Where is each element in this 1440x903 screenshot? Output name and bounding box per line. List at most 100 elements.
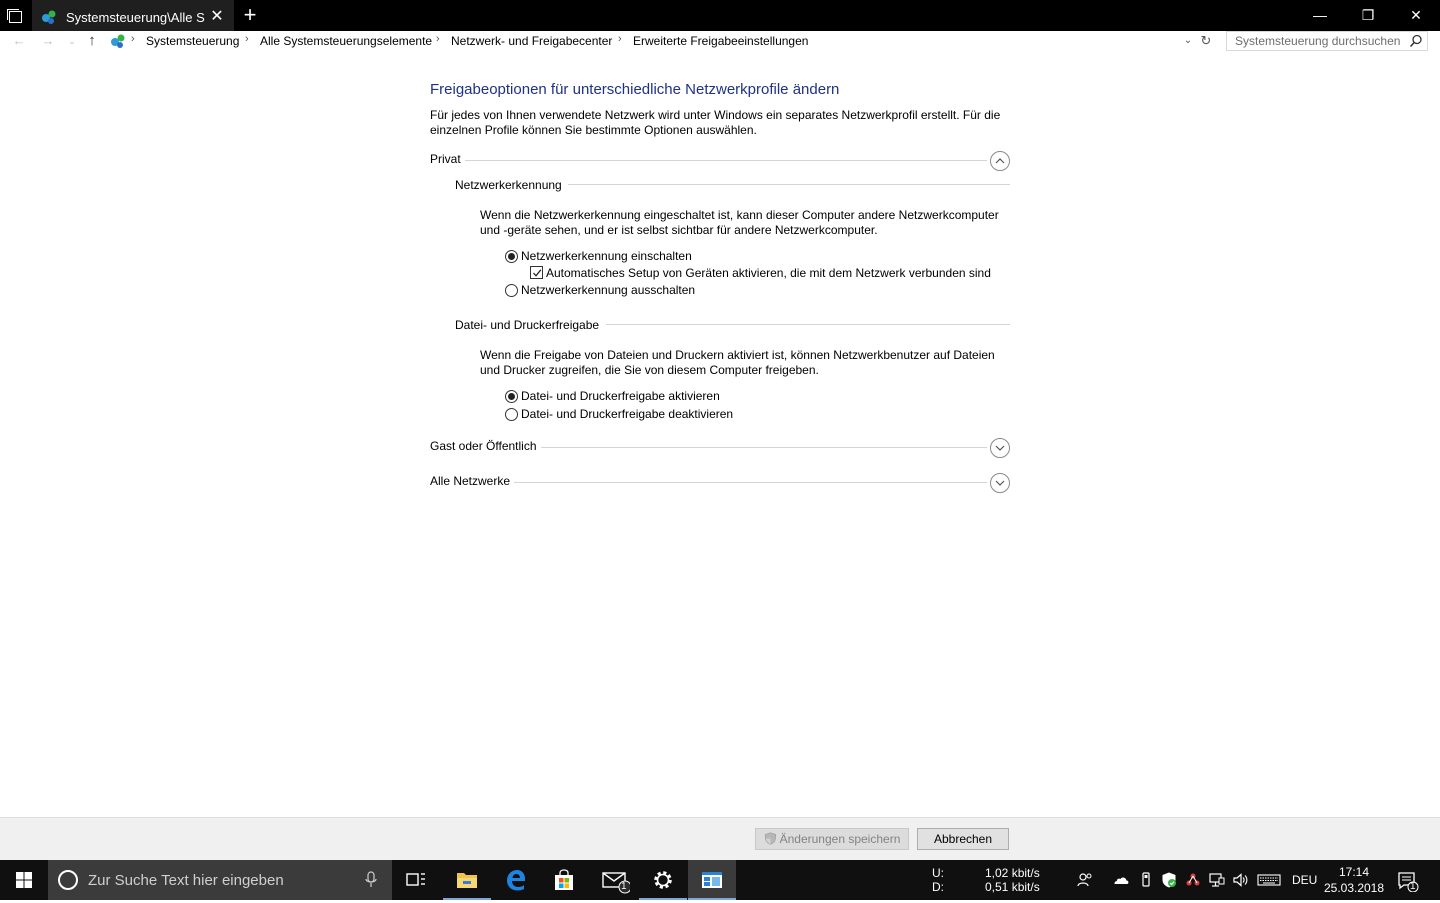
sharing-on-radio[interactable] [505,390,518,403]
breadcrumb-netzwerk-freigabecenter[interactable]: Netzwerk- und Freigabecenter [451,34,612,48]
taskbar-edge[interactable] [492,860,540,900]
maximize-button[interactable]: ❐ [1345,0,1391,31]
minimize-button[interactable]: — [1297,0,1343,31]
auto-setup-label[interactable]: Automatisches Setup von Geräten aktivier… [546,266,991,280]
tab-close-button[interactable]: ✕ [208,7,226,27]
windows-logo-icon [16,872,32,888]
command-bar: Änderungen speichern Abbrechen [0,817,1440,860]
chevron-down-icon [995,445,1005,451]
title-bar: Systemsteuerung\Alle S ✕ + — ❐ ✕ [0,0,1440,31]
mail-badge: 1 [621,881,627,892]
profile-all-heading[interactable]: Alle Netzwerke [430,474,515,488]
edge-icon [507,870,526,891]
net-down-value: 0,51 kbit/s [985,880,1040,894]
breadcrumb-separator[interactable]: › [245,33,249,45]
taskbar-file-explorer[interactable] [443,860,491,900]
net-up-label: U: [932,866,944,880]
collapse-private-button[interactable] [990,151,1010,171]
onedrive-icon[interactable] [1112,871,1130,889]
address-bar[interactable]: › Systemsteuerung › Alle Systemsteuerung… [106,31,1197,51]
new-tab-button[interactable]: + [238,4,262,28]
keyboard-icon[interactable] [1257,871,1281,889]
back-arrow-icon[interactable]: ← [10,32,28,50]
breadcrumb-separator[interactable]: › [618,33,622,45]
taskbar: Zur Suche Text hier eingeben 1 U: D: 1,0… [0,860,1440,900]
forward-arrow-icon[interactable]: → [39,32,57,50]
volume-icon[interactable] [1232,871,1250,889]
set-aside-tabs-icon[interactable] [0,0,31,31]
search-box[interactable] [1226,31,1428,51]
tab-title: Systemsteuerung\Alle S [66,10,205,25]
search-icon[interactable] [1409,34,1423,48]
up-arrow-icon[interactable]: ↑ [83,32,101,50]
discovery-on-label[interactable]: Netzwerkerkennung einschalten [521,249,692,263]
address-dropdown-chevron-icon[interactable]: ⌄ [1181,33,1195,49]
search-input[interactable] [1235,34,1405,48]
close-button[interactable]: ✕ [1393,0,1439,31]
chevron-up-icon [995,158,1005,164]
usb-device-icon[interactable] [1137,871,1155,889]
net-down-label: D: [932,880,944,894]
taskbar-store[interactable] [540,860,588,900]
breadcrumb-separator[interactable]: › [436,33,440,45]
taskbar-search-box[interactable]: Zur Suche Text hier eingeben [48,860,392,900]
input-language[interactable]: DEU [1292,873,1317,887]
save-changes-label: Änderungen speichern [779,832,901,846]
sharing-off-label[interactable]: Datei- und Druckerfreigabe deaktivieren [521,407,733,421]
refresh-icon[interactable]: ↻ [1198,32,1214,50]
navigation-bar: ← → ⌄ ↑ › Systemsteuerung › Alle Systems… [0,31,1440,51]
taskbar-settings[interactable] [639,860,687,900]
network-tool-icon[interactable] [1184,871,1202,889]
discovery-off-label[interactable]: Netzwerkerkennung ausschalten [521,283,695,297]
cortana-icon [58,870,78,890]
save-changes-button[interactable]: Änderungen speichern [755,828,909,850]
uac-shield-icon [764,832,776,845]
section-divider [540,447,987,448]
subsection-divider [568,184,1010,185]
recent-locations-chevron-icon[interactable]: ⌄ [63,32,81,50]
start-button[interactable] [0,860,48,900]
clock-time: 17:14 [1338,865,1370,879]
profile-private-heading[interactable]: Privat [430,152,465,166]
clock[interactable]: 17:14 25.03.2018 [1318,864,1390,896]
people-icon[interactable] [1076,871,1094,889]
defender-shield-icon[interactable] [1160,871,1178,889]
breadcrumb-alle-elemente[interactable]: Alle Systemsteuerungselemente [260,34,432,48]
discovery-description: Wenn die Netzwerkerkennung eingeschaltet… [480,208,999,237]
discovery-on-radio[interactable] [505,250,518,263]
store-icon [555,869,573,890]
section-divider [512,482,987,483]
notification-badge: 1 [1410,881,1416,892]
window-tab[interactable]: Systemsteuerung\Alle S ✕ [32,0,234,31]
expand-all-button[interactable] [990,473,1010,493]
file-explorer-icon [457,873,477,888]
task-view-icon [406,873,425,886]
taskbar-mail[interactable]: 1 [590,860,638,900]
taskbar-control-panel[interactable] [688,860,736,900]
breadcrumb-separator[interactable]: › [131,33,135,45]
page-intro: Für jedes von Ihnen verwendete Netzwerk … [430,108,1001,137]
page-title: Freigabeoptionen für unterschiedliche Ne… [430,81,840,98]
sharing-off-radio[interactable] [505,408,518,421]
task-view-button[interactable] [392,860,440,900]
profile-guest-heading[interactable]: Gast oder Öffentlich [430,439,541,453]
discovery-off-radio[interactable] [505,284,518,297]
microphone-icon[interactable] [364,871,378,889]
cancel-button[interactable]: Abbrechen [917,828,1009,850]
control-panel-window-icon [702,872,722,888]
clock-date: 25.03.2018 [1323,881,1385,895]
auto-setup-checkbox[interactable] [530,266,543,279]
control-panel-icon [111,34,125,48]
breadcrumb-systemsteuerung[interactable]: Systemsteuerung [146,34,239,48]
expand-guest-button[interactable] [990,438,1010,458]
section-divider [465,160,987,161]
sharing-on-label[interactable]: Datei- und Druckerfreigabe aktivieren [521,389,720,403]
sharing-description: Wenn die Freigabe von Dateien und Drucke… [480,348,995,377]
sharing-heading: Datei- und Druckerfreigabe [455,318,604,332]
breadcrumb-erweiterte-freigabeeinstellungen[interactable]: Erweiterte Freigabeeinstellungen [633,34,808,48]
checkmark-icon [533,269,542,277]
network-icon[interactable] [1208,871,1226,889]
chevron-down-icon [995,480,1005,486]
net-up-value: 1,02 kbit/s [985,866,1040,880]
gear-icon [654,871,672,889]
